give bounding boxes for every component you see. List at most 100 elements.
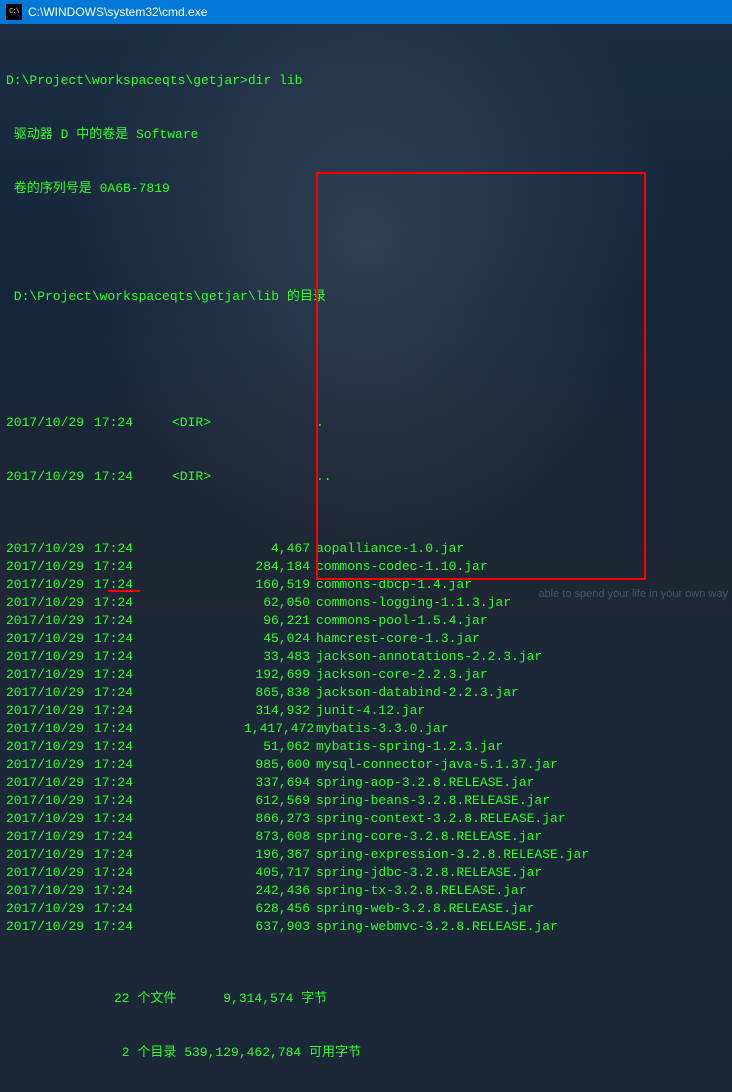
entry-name: .: [316, 414, 726, 432]
file-entry: 2017/10/2917:24196,367spring-expression-…: [6, 846, 726, 864]
entry-name: spring-expression-3.2.8.RELEASE.jar: [316, 846, 726, 864]
file-entry: 2017/10/2917:24337,694spring-aop-3.2.8.R…: [6, 774, 726, 792]
dir-marker: [172, 666, 244, 684]
entry-date: 2017/10/29: [6, 774, 94, 792]
file-entry: 2017/10/2917:24192,699jackson-core-2.2.3…: [6, 666, 726, 684]
entry-time: 17:24: [94, 882, 172, 900]
dir-marker: [172, 648, 244, 666]
dir-marker: [172, 900, 244, 918]
summary-files: 22 个文件 9,314,574 字节: [6, 990, 726, 1008]
entry-time: 17:24: [94, 720, 172, 738]
dir-entry-current: 2017/10/29 17:24 <DIR> .: [6, 414, 726, 432]
entry-name: spring-beans-3.2.8.RELEASE.jar: [316, 792, 726, 810]
entry-time: 17:24: [94, 612, 172, 630]
entry-time: 17:24: [94, 864, 172, 882]
window-titlebar[interactable]: C:\WINDOWS\system32\cmd.exe: [0, 0, 732, 24]
dir-marker: [172, 684, 244, 702]
entry-date: 2017/10/29: [6, 558, 94, 576]
entry-name: aopalliance-1.0.jar: [316, 540, 726, 558]
file-entry: 2017/10/2917:24985,600mysql-connector-ja…: [6, 756, 726, 774]
entry-size: 192,699: [244, 666, 316, 684]
entry-name: commons-logging-1.1.3.jar: [316, 594, 726, 612]
file-entry: 2017/10/2917:24314,932junit-4.12.jar: [6, 702, 726, 720]
entry-size: 873,608: [244, 828, 316, 846]
entry-time: 17:24: [94, 810, 172, 828]
entry-time: 17:24: [94, 576, 172, 594]
entry-size: 866,273: [244, 810, 316, 828]
file-entry: 2017/10/2917:2451,062mybatis-spring-1.2.…: [6, 738, 726, 756]
blank-line: [6, 342, 726, 360]
entry-size: 628,456: [244, 900, 316, 918]
entry-time: 17:24: [94, 702, 172, 720]
dir-marker: [172, 558, 244, 576]
file-entry: 2017/10/2917:24637,903spring-webmvc-3.2.…: [6, 918, 726, 936]
entry-date: 2017/10/29: [6, 540, 94, 558]
file-entry: 2017/10/2917:241,417,472mybatis-3.3.0.ja…: [6, 720, 726, 738]
file-entry: 2017/10/2917:24242,436spring-tx-3.2.8.RE…: [6, 882, 726, 900]
entry-date: 2017/10/29: [6, 414, 94, 432]
entry-name: jackson-core-2.2.3.jar: [316, 666, 726, 684]
entry-size: 45,024: [244, 630, 316, 648]
entry-date: 2017/10/29: [6, 900, 94, 918]
entry-name: spring-web-3.2.8.RELEASE.jar: [316, 900, 726, 918]
entry-date: 2017/10/29: [6, 792, 94, 810]
entry-name: spring-core-3.2.8.RELEASE.jar: [316, 828, 726, 846]
entry-size: 62,050: [244, 594, 316, 612]
entry-size: 160,519: [244, 576, 316, 594]
entry-name: spring-aop-3.2.8.RELEASE.jar: [316, 774, 726, 792]
entry-size: 196,367: [244, 846, 316, 864]
entry-date: 2017/10/29: [6, 828, 94, 846]
terminal-output[interactable]: D:\Project\workspaceqts\getjar>dir lib 驱…: [0, 24, 732, 1092]
file-entry: 2017/10/2917:24284,184commons-codec-1.10…: [6, 558, 726, 576]
entry-date: 2017/10/29: [6, 468, 94, 486]
entry-time: 17:24: [94, 684, 172, 702]
entry-size: 33,483: [244, 648, 316, 666]
file-entry: 2017/10/2917:24866,273spring-context-3.2…: [6, 810, 726, 828]
entry-time: 17:24: [94, 756, 172, 774]
dir-marker: [172, 846, 244, 864]
entry-size: 637,903: [244, 918, 316, 936]
file-listing: 2017/10/2917:244,467aopalliance-1.0.jar2…: [6, 540, 726, 936]
entry-date: 2017/10/29: [6, 864, 94, 882]
entry-name: mysql-connector-java-5.1.37.jar: [316, 756, 726, 774]
dir-marker: [172, 720, 244, 738]
entry-date: 2017/10/29: [6, 720, 94, 738]
entry-name: ..: [316, 468, 726, 486]
entry-size: 284,184: [244, 558, 316, 576]
entry-time: 17:24: [94, 792, 172, 810]
blank-line: [6, 234, 726, 252]
cmd-icon: [6, 4, 22, 20]
entry-size: 405,717: [244, 864, 316, 882]
serial-info: 卷的序列号是 0A6B-7819: [6, 180, 726, 198]
entry-size: [244, 414, 316, 432]
dir-marker: [172, 756, 244, 774]
entry-date: 2017/10/29: [6, 612, 94, 630]
entry-size: 865,838: [244, 684, 316, 702]
dir-entry-parent: 2017/10/29 17:24 <DIR> ..: [6, 468, 726, 486]
entry-size: 337,694: [244, 774, 316, 792]
entry-size: 51,062: [244, 738, 316, 756]
entry-date: 2017/10/29: [6, 882, 94, 900]
entry-name: mybatis-3.3.0.jar: [316, 720, 726, 738]
entry-size: 4,467: [244, 540, 316, 558]
entry-time: 17:24: [94, 540, 172, 558]
dir-marker: [172, 576, 244, 594]
entry-date: 2017/10/29: [6, 756, 94, 774]
entry-time: 17:24: [94, 414, 172, 432]
entry-date: 2017/10/29: [6, 810, 94, 828]
entry-time: 17:24: [94, 846, 172, 864]
dir-marker: [172, 612, 244, 630]
entry-name: commons-dbcp-1.4.jar: [316, 576, 726, 594]
entry-size: 612,569: [244, 792, 316, 810]
file-entry: 2017/10/2917:24405,717spring-jdbc-3.2.8.…: [6, 864, 726, 882]
file-entry: 2017/10/2917:2462,050commons-logging-1.1…: [6, 594, 726, 612]
file-entry: 2017/10/2917:24 628,456spring-web-3.2.8.R…: [6, 900, 726, 918]
dir-marker: [172, 864, 244, 882]
entry-size: 242,436: [244, 882, 316, 900]
file-entry: 2017/10/2917:24 4,467aopalliance-1.0.jar: [6, 540, 726, 558]
dir-marker: [172, 540, 244, 558]
entry-time: 17:24: [94, 900, 172, 918]
entry-name: mybatis-spring-1.2.3.jar: [316, 738, 726, 756]
dir-marker: [172, 738, 244, 756]
file-entry: 2017/10/2917:2445,024hamcrest-core-1.3.j…: [6, 630, 726, 648]
